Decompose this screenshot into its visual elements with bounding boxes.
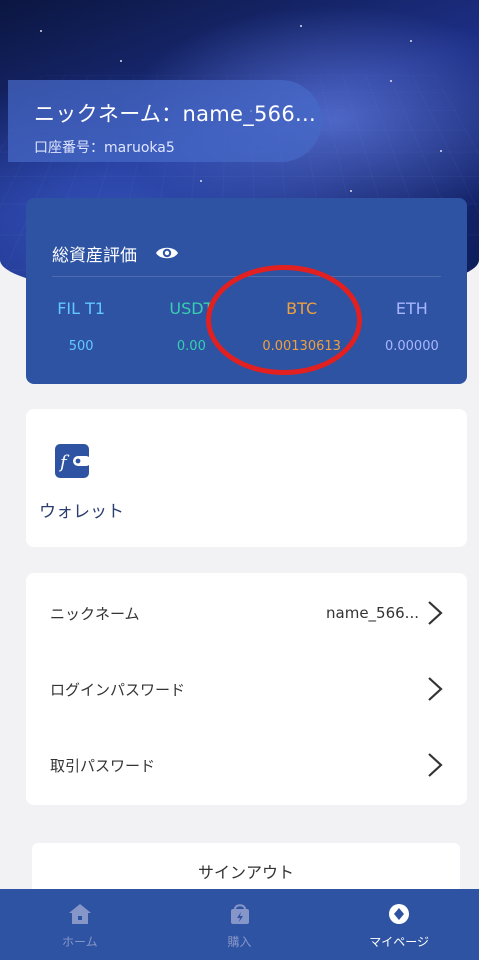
coin-column-fil[interactable]: FIL T1 500 (26, 299, 136, 354)
star-decoration (390, 80, 392, 82)
settings-row-label: 取引パスワード (50, 756, 156, 775)
wallet-card[interactable]: f ウォレット (26, 409, 467, 547)
tab-home[interactable]: ホーム (0, 889, 160, 960)
coin-symbol: FIL T1 (57, 299, 106, 318)
settings-row-label: ログインパスワード (50, 680, 186, 699)
chevron-right-icon (423, 675, 447, 703)
asset-card-header: 総資産評価 (26, 198, 467, 276)
chevron-right-icon (423, 599, 447, 627)
settings-row-login-password[interactable]: ログインパスワード (26, 669, 467, 709)
purchase-bag-icon (228, 904, 252, 929)
wallet-label: ウォレット (39, 502, 124, 522)
red-circle-annotation (206, 265, 362, 375)
mypage-icon (387, 904, 411, 929)
star-decoration (350, 190, 352, 192)
tab-mypage[interactable]: マイページ (319, 889, 479, 960)
settings-row-value: name_566... (326, 604, 419, 622)
star-decoration (300, 25, 302, 27)
settings-row-nickname[interactable]: ニックネーム name_566... (26, 593, 467, 633)
star-decoration (120, 60, 122, 62)
bottom-tab-bar: ホーム 購入 マイページ (0, 889, 479, 960)
total-assets-title: 総資産評価 (52, 245, 137, 266)
account-number-text: 口座番号：maruoka5 (34, 140, 175, 156)
star-decoration (410, 40, 412, 42)
coin-balance: 500 (68, 339, 94, 354)
svg-text:f: f (58, 452, 70, 473)
account-settings-card: ニックネーム name_566... ログインパスワード 取引パスワード (26, 573, 467, 805)
eye-icon[interactable] (155, 245, 179, 261)
star-decoration (440, 150, 442, 152)
tab-purchase[interactable]: 購入 (160, 889, 320, 960)
wallet-icon: f (55, 444, 91, 478)
coin-balance: 0.00000 (384, 339, 439, 354)
tab-label: ホーム (62, 935, 98, 949)
settings-row-trade-password[interactable]: 取引パスワード (26, 745, 467, 785)
nickname-text: ニックネーム：name_566... (34, 102, 316, 126)
coin-symbol: ETH (395, 299, 428, 318)
home-icon (68, 904, 92, 929)
star-decoration (40, 30, 42, 32)
tab-label: 購入 (227, 935, 252, 949)
tab-label: マイページ (369, 935, 430, 949)
settings-row-label: ニックネーム (50, 604, 140, 623)
profile-name-pill: ニックネーム：name_566... 口座番号：maruoka5 (8, 80, 322, 162)
star-decoration (200, 180, 202, 182)
chevron-right-icon (423, 751, 447, 779)
coin-column-eth[interactable]: ETH 0.00000 (357, 299, 467, 354)
